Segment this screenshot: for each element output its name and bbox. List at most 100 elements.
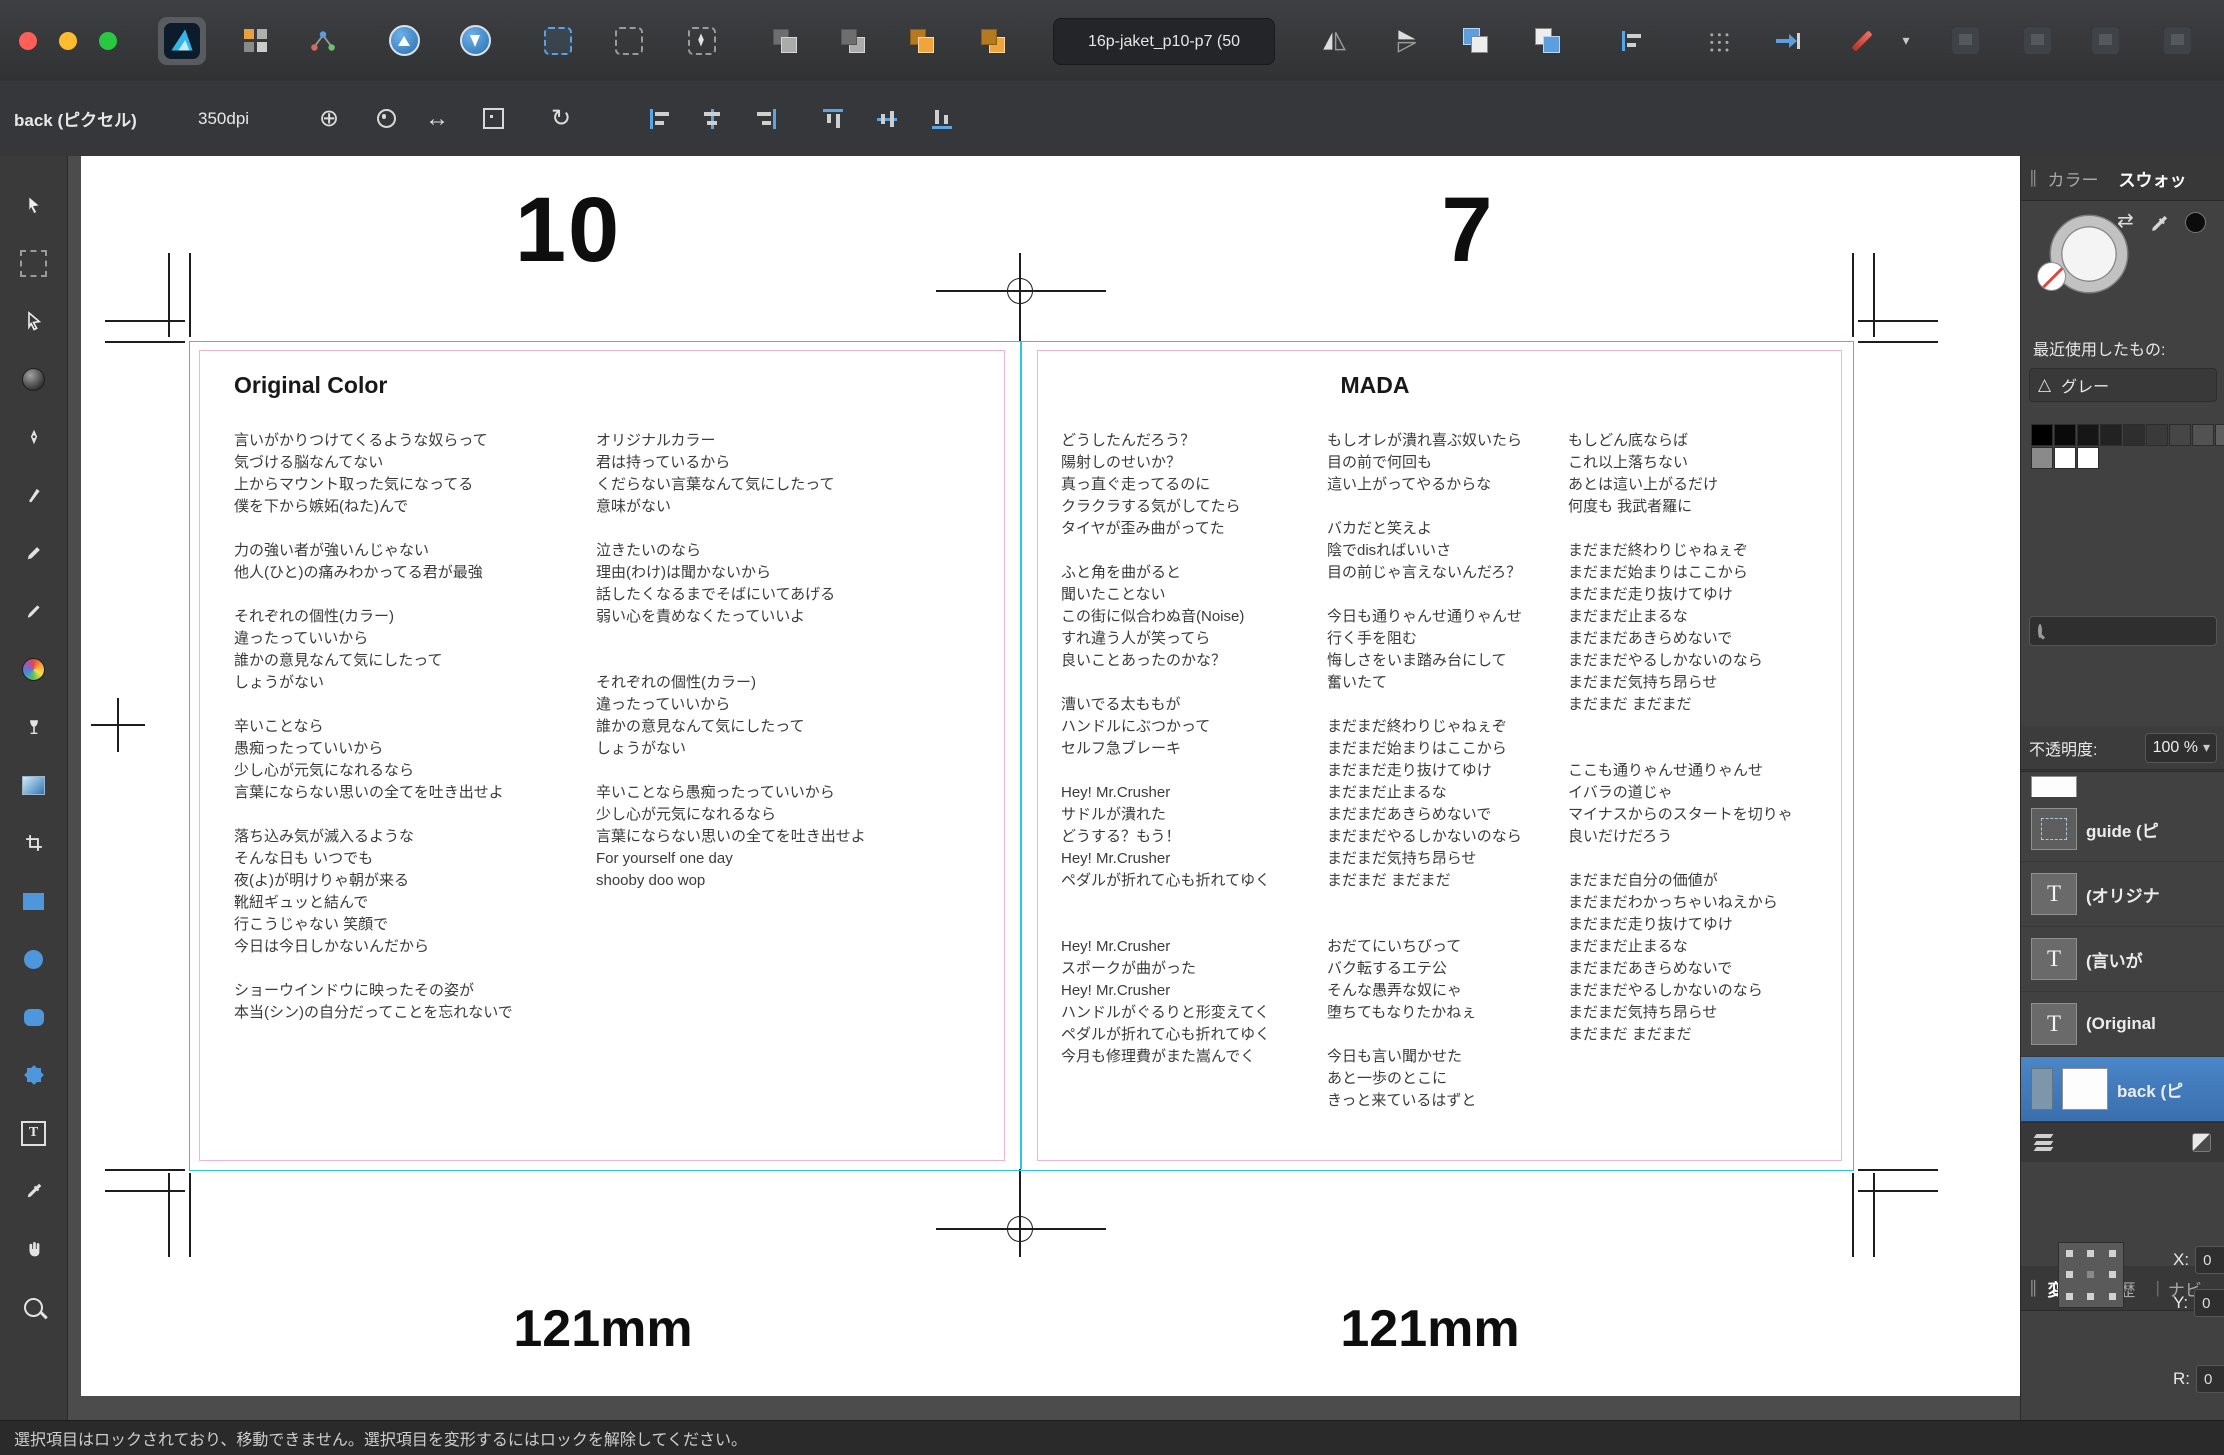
layer-row-partial[interactable] [2021,770,2224,797]
publisher-persona-button[interactable] [380,0,428,81]
transparency-tool[interactable] [0,698,67,756]
color-swatch[interactable] [2123,424,2145,446]
color-swatch[interactable] [2031,424,2053,446]
pen-options-dropdown[interactable]: ▾ [1896,0,1916,81]
color-swatch[interactable] [2192,424,2214,446]
color-swatch[interactable] [2215,424,2224,446]
node-tool[interactable] [0,292,67,350]
paint-brush-tool[interactable] [0,582,67,640]
align-middle-button[interactable] [865,81,909,156]
color-swatch[interactable] [2169,424,2191,446]
color-picker-tool[interactable] [0,1162,67,1220]
x-input[interactable]: 0 [2195,1246,2224,1274]
color-swatch[interactable] [2077,447,2099,469]
insert-inside-button[interactable] [1523,0,1571,81]
color-swatch[interactable] [2054,447,2076,469]
align-bottom-button[interactable] [920,81,964,156]
left-lyrics-column-1[interactable]: 言いがかりつけてくるような奴らって気づける脳なんてない上からマウント取った気にな… [234,430,513,1024]
app-persona-button[interactable] [154,0,210,81]
marquee-select-button[interactable] [534,0,582,81]
pen-tool[interactable] [0,408,67,466]
layer-row-text-2[interactable]: T (言いが [2021,927,2224,992]
pencil-tool[interactable] [0,524,67,582]
snapping-grid-button[interactable] [1693,0,1741,81]
layers-stack-icon[interactable] [2035,1132,2052,1154]
zoom-tool[interactable] [0,1278,67,1336]
ellipse-tool[interactable] [0,930,67,988]
preflight-button[interactable] [299,0,347,81]
right-lyrics-column-1[interactable]: どうしたんだろう？陽射しのせいか？真っ直ぐ走ってるのにクラクラする気がしてたらタ… [1061,430,1270,1068]
tab-swatches[interactable]: スウォッ [2119,166,2187,191]
color-swatch[interactable] [2054,424,2076,446]
right-lyrics-column-2[interactable]: もしオレが潰れ喜ぶ奴いたら目の前で何回も這い上がってやるからな バカだと笑えよ陰… [1327,430,1522,1112]
flip-horizontal-button[interactable] [1310,0,1358,81]
mirror-button[interactable]: ↔ [415,81,459,156]
pages-panel-button[interactable] [231,0,279,81]
mask-icon[interactable] [2192,1133,2211,1152]
layer-row-back-selected[interactable]: back (ピ [2021,1057,2224,1122]
document-title-button[interactable]: 16p-jaket_p10-p7 (50 [1053,18,1275,65]
vector-pencil-button[interactable] [1838,0,1886,81]
color-swatch[interactable] [2100,424,2122,446]
move-backward-button[interactable] [761,0,809,81]
picture-frame-rect-tool[interactable] [0,234,67,292]
designer-persona-button[interactable] [451,0,499,81]
align-right-button[interactable] [744,81,788,156]
search-input[interactable] [2050,622,2224,640]
show-handles-button[interactable] [471,81,515,156]
insert-behind-button[interactable] [1451,0,1499,81]
vector-crop-tool[interactable] [0,814,67,872]
swap-colors-icon[interactable]: ⇄ [2117,208,2134,233]
align-top-button[interactable] [811,81,855,156]
rounded-rectangle-tool[interactable] [0,988,67,1046]
edit-frame-button[interactable] [678,0,726,81]
rotate-button[interactable]: ↻ [539,81,583,156]
anchor-point-selector[interactable] [2058,1242,2124,1308]
marquee-alt-button[interactable] [605,0,653,81]
gradient-tool[interactable] [0,756,67,814]
no-fill-swatch[interactable] [2037,262,2066,291]
color-tool[interactable] [0,640,67,698]
pasteboard[interactable]: 10 7 [68,156,2020,1420]
tab-color[interactable]: カラー [2048,166,2099,191]
right-lyrics-column-3[interactable]: もしどん底ならばこれ以上落ちないあとは這い上がるだけ何度も 我武者羅に まだまだ… [1568,430,1793,1046]
color-swatch[interactable] [2146,424,2168,446]
panel-drag-handle-icon[interactable]: ∥ [2029,1278,2038,1298]
layer-row-text-1[interactable]: T (オリジナ [2021,862,2224,927]
left-page-title[interactable]: Original Color [234,372,387,399]
swatch-category-dropdown[interactable]: △ グレー [2029,368,2217,402]
ungroup-button[interactable] [969,0,1017,81]
star-tool[interactable] [0,1046,67,1104]
color-swatch[interactable] [2031,447,2053,469]
lyric-line [1327,496,1522,518]
rectangle-tool[interactable] [0,872,67,930]
hand-tool[interactable] [0,1220,67,1278]
swatch-search-field[interactable] [2029,616,2217,646]
text-tool[interactable]: T [0,1104,67,1162]
current-color-swatch[interactable] [2185,212,2206,233]
group-button[interactable] [898,0,946,81]
align-center-h-button[interactable] [690,81,734,156]
eyedropper-icon[interactable] [2149,214,2169,234]
y-input[interactable]: 0 [2194,1289,2224,1317]
flip-vertical-button[interactable] [1383,0,1431,81]
opacity-dropdown[interactable]: 100 % ▾ [2145,733,2217,763]
artboard[interactable]: 10 7 [81,156,2020,1396]
picture-frame-ellipse-tool[interactable] [0,350,67,408]
panel-drag-handle-icon[interactable]: ∥ [2029,168,2038,188]
transform-origin-button[interactable]: ⊕ [307,81,351,156]
snapping-button[interactable] [364,81,408,156]
insertion-target-button[interactable] [1764,0,1812,81]
move-tool[interactable] [0,176,67,234]
r-input[interactable]: 0 [2196,1365,2224,1393]
layer-row-text-3[interactable]: T (Original [2021,992,2224,1057]
move-forward-button[interactable] [829,0,877,81]
color-swatch[interactable] [2077,424,2099,446]
align-left-button[interactable] [638,81,682,156]
vector-brush-tool[interactable] [0,466,67,524]
alignment-button[interactable] [1608,0,1656,81]
left-lyrics-column-2[interactable]: オリジナルカラー君は持っているからくだらない言葉なんて気にしたって意味がない 泣… [596,430,866,892]
right-page-title[interactable]: MADA [1265,372,1485,399]
zoom-window-button[interactable] [84,0,132,81]
layer-row-guide[interactable]: guide (ピ [2021,797,2224,862]
